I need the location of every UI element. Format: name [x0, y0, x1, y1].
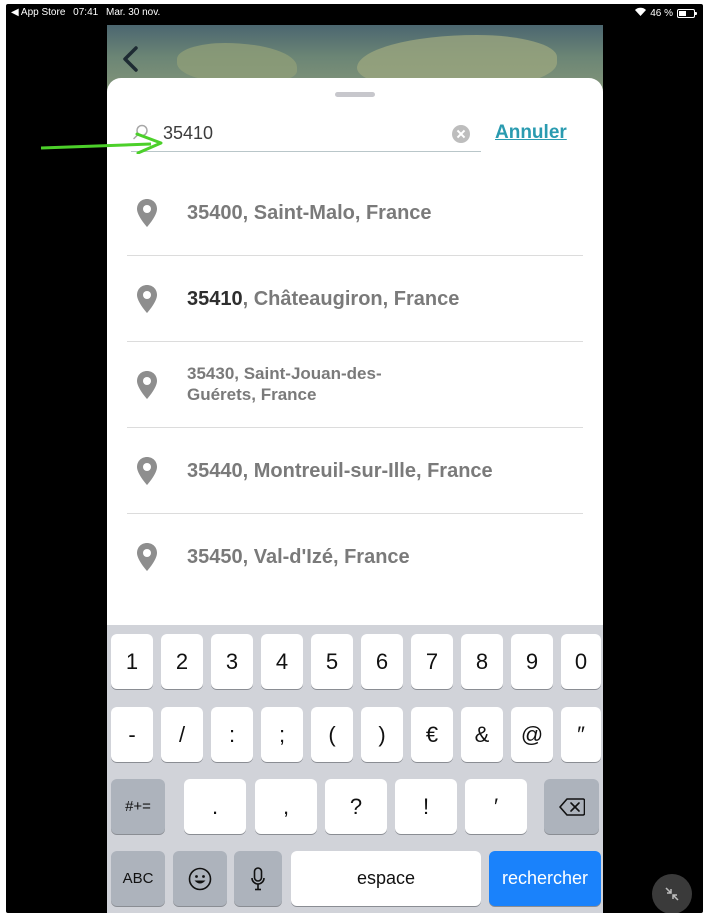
key-3[interactable]: 3 — [211, 634, 253, 689]
key-open-paren[interactable]: ( — [311, 707, 353, 762]
battery-percent: 46 % — [650, 7, 673, 19]
location-pin-icon — [137, 198, 157, 227]
backspace-icon — [558, 797, 585, 816]
key-4[interactable]: 4 — [261, 634, 303, 689]
key-close-paren[interactable]: ) — [361, 707, 403, 762]
status-time: 07:41 — [73, 7, 99, 18]
list-item[interactable]: 35430, Saint-Jouan-des- Guérets, France — [127, 342, 583, 428]
result-match: 35410 — [187, 287, 243, 310]
status-date: Mar. 30 nov. — [105, 7, 161, 18]
microphone-icon — [251, 866, 265, 890]
key-0[interactable]: 0 — [561, 634, 601, 689]
back-to-app-store[interactable]: ◀ App Store — [11, 7, 65, 18]
key-8[interactable]: 8 — [461, 634, 503, 689]
key-question[interactable]: ? — [325, 779, 387, 834]
search-value: 35410 — [163, 123, 214, 143]
location-pin-icon — [137, 543, 157, 571]
search-sheet: 35410 Annuler 35400, Saint-Malo, France … — [107, 78, 603, 913]
key-6[interactable]: 6 — [361, 634, 403, 689]
status-bar: ◀ App Store 07:41 Mar. 30 nov. 46 % — [6, 4, 703, 22]
key-emoji[interactable] — [173, 851, 227, 906]
result-label: 35450, Val-d'Izé, France — [187, 546, 410, 568]
annotation-arrow-icon — [40, 132, 163, 154]
key-apostrophe[interactable]: ′ — [465, 779, 527, 834]
keyboard: 1 2 3 4 5 6 7 8 9 0 - / : ; ( ) € & @ ″ … — [107, 625, 603, 913]
key-2[interactable]: 2 — [161, 634, 203, 689]
list-item[interactable]: 35450, Val-d'Izé, France — [127, 514, 583, 600]
location-pin-icon — [137, 456, 157, 485]
location-pin-icon — [137, 370, 157, 399]
key-abc[interactable]: ABC — [111, 851, 165, 906]
key-5[interactable]: 5 — [311, 634, 353, 689]
emoji-icon — [188, 867, 212, 890]
search-row: 35410 Annuler — [131, 118, 581, 152]
key-9[interactable]: 9 — [511, 634, 553, 689]
key-ampersand[interactable]: & — [461, 707, 503, 762]
key-at[interactable]: @ — [511, 707, 553, 762]
key-period[interactable]: . — [184, 779, 246, 834]
key-more-symbols[interactable]: #+= — [111, 779, 165, 834]
back-chevron-icon[interactable] — [121, 45, 139, 73]
list-item[interactable]: 35440, Montreuil-sur-Ille, France — [127, 428, 583, 514]
key-1[interactable]: 1 — [111, 634, 153, 689]
key-hyphen[interactable]: - — [111, 707, 153, 762]
key-slash[interactable]: / — [161, 707, 203, 762]
result-label: 35410, Châteaugiron, France — [187, 287, 460, 310]
key-exclamation[interactable]: ! — [395, 779, 457, 834]
key-comma[interactable]: , — [255, 779, 317, 834]
key-delete[interactable] — [544, 779, 599, 834]
search-input[interactable]: 35410 — [131, 118, 481, 152]
key-double-quote[interactable]: ″ — [561, 707, 601, 762]
collapse-arrows-icon — [665, 887, 679, 901]
key-7[interactable]: 7 — [411, 634, 453, 689]
search-submit-button[interactable]: rechercher — [489, 851, 601, 906]
result-label: 35400, Saint-Malo, France — [187, 201, 432, 224]
cancel-button[interactable]: Annuler — [495, 122, 567, 144]
key-semicolon[interactable]: ; — [261, 707, 303, 762]
key-colon[interactable]: : — [211, 707, 253, 762]
battery-icon — [677, 8, 697, 18]
clear-icon[interactable] — [452, 125, 470, 143]
key-euro[interactable]: € — [411, 707, 453, 762]
key-dictation[interactable] — [234, 851, 282, 906]
location-pin-icon — [137, 284, 157, 313]
result-label: 35430, Saint-Jouan-des- Guérets, France — [187, 364, 382, 404]
list-item[interactable]: 35400, Saint-Malo, France — [127, 170, 583, 256]
results-list: 35400, Saint-Malo, France 35410, Château… — [127, 170, 583, 600]
sheet-grabber[interactable] — [335, 92, 375, 97]
list-item[interactable]: 35410, Châteaugiron, France — [127, 256, 583, 342]
result-label: 35440, Montreuil-sur-Ille, France — [187, 459, 493, 482]
wifi-icon — [635, 7, 647, 19]
minimize-keyboard-button[interactable] — [652, 874, 692, 913]
key-space[interactable]: espace — [291, 851, 481, 906]
